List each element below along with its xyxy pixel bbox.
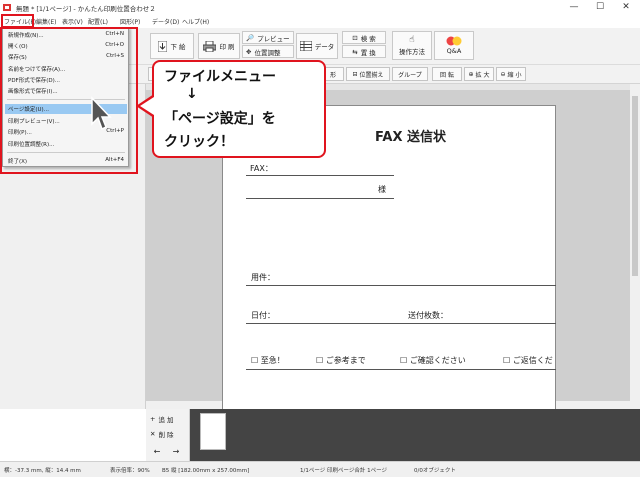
delete-page-button[interactable]: ✕ 削 除 xyxy=(150,428,174,440)
rotate-label: 回 転 xyxy=(440,71,454,79)
dropdown-highlight xyxy=(0,27,138,174)
shape-label: 形 xyxy=(329,71,336,79)
download-button[interactable]: 下 絵 xyxy=(150,33,194,59)
subject-label: 用件： xyxy=(251,273,275,282)
check-line xyxy=(246,369,556,370)
howto-button[interactable]: ☝ 操作方法 xyxy=(392,31,432,60)
align-button[interactable]: ⊟ 位置揃え xyxy=(346,67,390,81)
check-reply: ☐ ご返信くだ xyxy=(503,356,553,365)
callout-line-4: クリック！ xyxy=(164,134,234,150)
qa-button[interactable]: Q&A xyxy=(434,31,474,60)
app-icon xyxy=(3,4,11,11)
delete-page-label: 削 除 xyxy=(158,431,174,439)
sama-label: 様 xyxy=(378,185,386,194)
search-icon: ⊡ xyxy=(352,33,358,42)
preview-label: プレビュー xyxy=(257,34,290,43)
menu-shape[interactable]: 図形(P) xyxy=(120,17,140,26)
menu-view[interactable]: 表示(V) xyxy=(62,17,83,26)
x-icon: ✕ xyxy=(150,430,156,438)
status-bar: 横：-37.3 mm, 縦：14.4 mm 表示倍率：90% B5 縦 [182… xyxy=(0,461,640,477)
minimize-button[interactable]: — xyxy=(561,1,587,14)
zoom-in-button[interactable]: ⊕ 拡 大 xyxy=(464,67,494,81)
hand-pointer-icon: ☝ xyxy=(409,35,415,45)
zoom-in-icon: ⊕ xyxy=(468,70,474,78)
title-bar: 無題 * [1/1ページ] - かんたん印刷位置合わせ２ — ☐ ✕ xyxy=(0,0,640,15)
mouse-cursor-icon xyxy=(91,96,112,131)
align-label: 位置揃え xyxy=(359,71,384,79)
table-icon xyxy=(299,41,312,51)
menu-layout[interactable]: 配置(L) xyxy=(88,17,108,26)
replace-label: 置 換 xyxy=(360,48,376,57)
check-urgent: ☐ 至急！ xyxy=(251,356,285,365)
page-thumbnail[interactable] xyxy=(200,413,226,450)
vertical-scroll-thumb[interactable] xyxy=(632,96,638,276)
preview-icon: 🔎 xyxy=(246,33,255,42)
align-icon: ⊟ xyxy=(352,70,358,78)
add-page-button[interactable]: + 追 加 xyxy=(150,413,174,425)
next-page-button[interactable]: → xyxy=(169,446,183,457)
prev-page-button[interactable]: ← xyxy=(150,446,164,457)
print-button[interactable]: 印 刷 xyxy=(198,33,240,59)
maximize-button[interactable]: ☐ xyxy=(587,1,613,14)
replace-icon: ⇆ xyxy=(352,47,358,56)
data-button[interactable]: データ xyxy=(296,33,338,59)
status-paper: B5 縦 [182.00mm x 257.00mm] xyxy=(162,468,250,474)
callout-tail-inner xyxy=(140,97,154,115)
menu-help[interactable]: ヘルプ(H) xyxy=(182,17,209,26)
callout-line-1: ファイルメニュー xyxy=(164,69,276,85)
printer-icon xyxy=(203,40,217,52)
print-label: 印 刷 xyxy=(219,43,235,51)
date-line xyxy=(246,323,556,324)
zoom-out-icon: ⊖ xyxy=(500,70,506,78)
rotate-button[interactable]: 回 転 xyxy=(432,67,462,81)
qa-label: Q&A xyxy=(446,47,462,55)
status-pages: 1/1ページ 印刷ページ合計 1ページ xyxy=(300,468,388,474)
download-icon xyxy=(158,40,168,52)
replace-button[interactable]: ⇆ 置 換 xyxy=(342,45,386,58)
file-menu-highlight xyxy=(1,14,34,28)
group-label: グループ xyxy=(398,71,422,79)
date-label: 日付： xyxy=(251,311,275,320)
fax-label: FAX： xyxy=(250,164,273,173)
position-adjust-button[interactable]: ✥ 位置調整 xyxy=(242,45,294,58)
status-coords: 横：-37.3 mm, 縦：14.4 mm xyxy=(4,468,81,474)
add-page-label: 追 加 xyxy=(158,416,174,424)
group-button[interactable]: グループ xyxy=(392,67,428,81)
qa-icon xyxy=(446,36,462,46)
howto-label: 操作方法 xyxy=(399,48,425,56)
status-zoom: 表示倍率：90% xyxy=(110,468,150,474)
check-reference: ☐ ご参考まで xyxy=(316,356,366,365)
close-button[interactable]: ✕ xyxy=(613,1,639,14)
subject-line xyxy=(246,285,556,286)
data-label: データ xyxy=(314,43,335,51)
document-title: FAX 送信状 xyxy=(375,130,446,145)
window-title: 無題 * [1/1ページ] - かんたん印刷位置合わせ２ xyxy=(16,5,156,13)
search-label: 検 索 xyxy=(360,34,376,43)
check-confirm: ☐ ご確認ください xyxy=(400,356,466,365)
search-button[interactable]: ⊡ 検 索 xyxy=(342,31,386,44)
zoom-out-label: 縮 小 xyxy=(507,71,522,79)
pages-label: 送付枚数： xyxy=(408,311,448,320)
zoom-out-button[interactable]: ⊖ 縮 小 xyxy=(496,67,526,81)
menu-data[interactable]: データ(D) xyxy=(152,17,179,26)
callout-arrow: ↓ xyxy=(186,86,198,102)
name-line xyxy=(246,198,394,199)
download-label: 下 絵 xyxy=(170,43,186,51)
menu-edit[interactable]: 編集(E) xyxy=(36,17,56,26)
fax-line xyxy=(246,175,394,176)
move-icon: ✥ xyxy=(246,47,252,56)
callout-line-3: 「ページ設定」を xyxy=(164,111,276,127)
zoom-in-label: 拡 大 xyxy=(475,71,490,79)
plus-icon: + xyxy=(150,415,156,423)
preview-button[interactable]: 🔎 プレビュー xyxy=(242,31,294,44)
status-objects: 0/0オブジェクト xyxy=(414,468,456,474)
position-adjust-label: 位置調整 xyxy=(254,48,281,57)
